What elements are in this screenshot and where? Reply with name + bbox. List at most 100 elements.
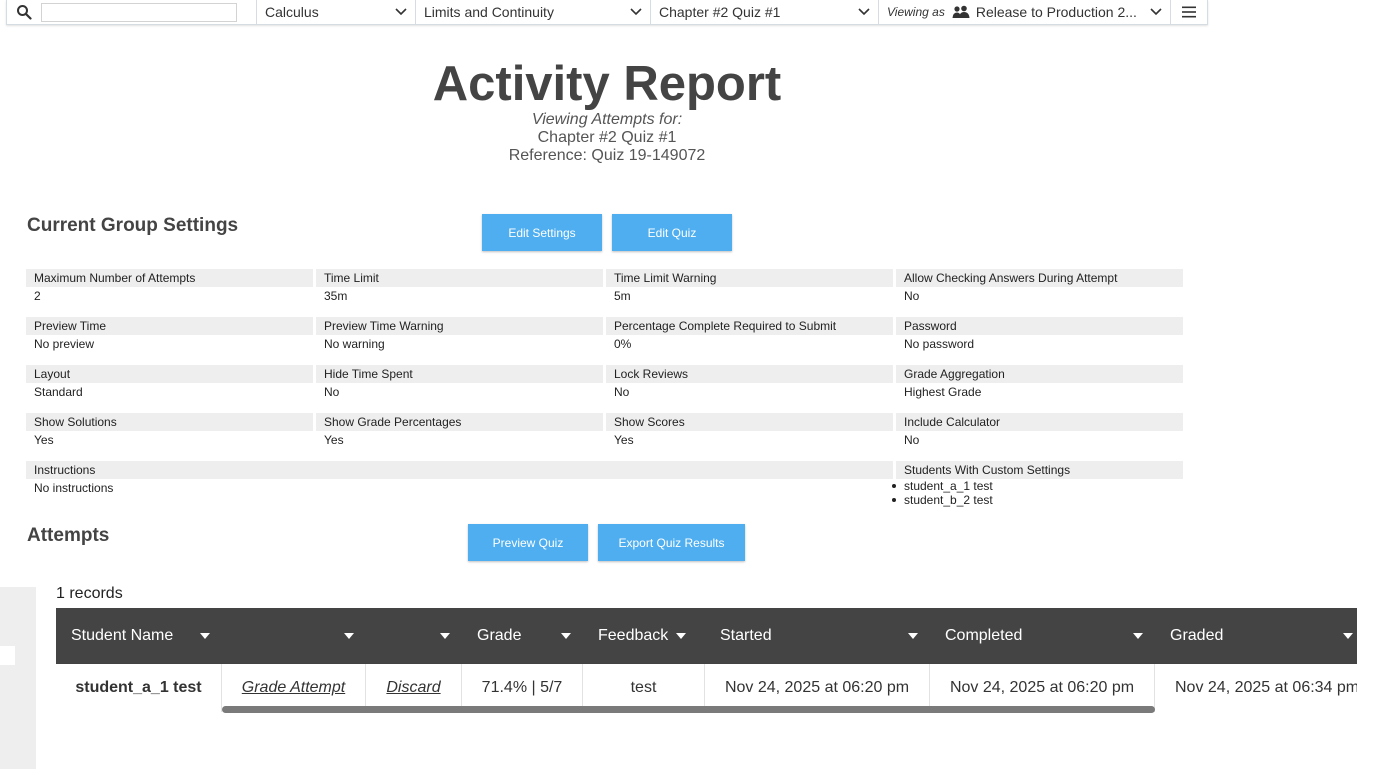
setting-label: Layout: [26, 365, 313, 383]
setting-custom-students: Students With Custom Settings: [896, 461, 1183, 479]
side-panel-notch: [0, 646, 15, 665]
table-header: Student Name Grade Feedback Started Comp…: [56, 608, 1357, 664]
caret-down-icon: [561, 633, 571, 639]
search-icon[interactable]: [16, 4, 32, 20]
column-header-feedback[interactable]: Feedback: [583, 608, 705, 664]
setting-value: No: [904, 433, 920, 447]
quiz-dropdown[interactable]: Chapter #2 Quiz #1: [651, 0, 879, 24]
chevron-down-icon: [858, 8, 870, 16]
viewing-as-value: Release to Production 2...: [975, 4, 1137, 20]
cell-graded: Nov 24, 2025 at 06:34 pm: [1175, 679, 1357, 696]
setting-label: Time Limit Warning: [606, 269, 893, 287]
setting-label: Students With Custom Settings: [896, 461, 1183, 479]
column-header-label: Student Name: [71, 627, 174, 644]
setting-label: Preview Time: [26, 317, 313, 335]
grade-attempt-link[interactable]: Grade Attempt: [242, 679, 345, 697]
setting-label: Include Calculator: [896, 413, 1183, 431]
export-quiz-results-button[interactable]: Export Quiz Results: [598, 524, 745, 561]
setting-preview-time-warning: Preview Time Warning No warning: [316, 317, 603, 351]
setting-value: No preview: [34, 337, 95, 351]
setting-label: Lock Reviews: [606, 365, 893, 383]
column-header-started[interactable]: Started: [705, 608, 930, 664]
chevron-down-icon: [630, 8, 642, 16]
column-header-student-name[interactable]: Student Name: [56, 608, 222, 664]
column-header-completed[interactable]: Completed: [930, 608, 1155, 664]
column-header-label: Grade: [477, 627, 522, 644]
setting-hide-time-spent: Hide Time Spent No: [316, 365, 603, 399]
unit-dropdown[interactable]: Limits and Continuity: [416, 0, 651, 24]
setting-label: Time Limit: [316, 269, 603, 287]
setting-grade-aggregation: Grade Aggregation Highest Grade: [896, 365, 1183, 399]
setting-percentage-complete: Percentage Complete Required to Submit 0…: [606, 317, 893, 351]
caret-down-icon: [908, 633, 918, 639]
left-side-panel: [0, 587, 36, 769]
cell-feedback: test: [583, 664, 705, 712]
setting-lock-reviews: Lock Reviews No: [606, 365, 893, 399]
cell-discard: Discard: [366, 664, 462, 712]
group-settings-title: Current Group Settings: [27, 215, 239, 236]
hamburger-menu-button[interactable]: [1171, 0, 1207, 24]
setting-value: Standard: [34, 385, 83, 399]
column-header-grade[interactable]: Grade: [462, 608, 583, 664]
edit-settings-button[interactable]: Edit Settings: [482, 214, 602, 251]
course-dropdown-label: Calculus: [265, 4, 319, 20]
caret-down-icon: [1133, 633, 1143, 639]
top-nav-bar: Calculus Limits and Continuity Chapter #…: [6, 0, 1208, 25]
records-count: 1 records: [56, 585, 123, 602]
attempts-table: Student Name Grade Feedback Started Comp…: [56, 608, 1357, 714]
setting-label: Hide Time Spent: [316, 365, 603, 383]
setting-value: No instructions: [34, 481, 114, 495]
chevron-down-icon: [1150, 8, 1162, 16]
setting-preview-time: Preview Time No preview: [26, 317, 313, 351]
setting-label: Show Scores: [606, 413, 893, 431]
caret-down-icon: [1343, 633, 1353, 639]
setting-label: Password: [896, 317, 1183, 335]
viewing-attempts-label: Viewing Attempts for:: [531, 111, 683, 128]
search-area: [7, 0, 257, 24]
column-header-graded[interactable]: Graded: [1155, 608, 1357, 664]
setting-value: Yes: [34, 433, 54, 447]
group-icon: [952, 5, 970, 18]
quiz-reference: Reference: Quiz 19-149072: [508, 147, 706, 164]
setting-value: 5m: [614, 289, 631, 303]
setting-label: Show Grade Percentages: [316, 413, 603, 431]
attempts-title: Attempts: [27, 525, 110, 546]
column-header-label: Graded: [1170, 627, 1224, 644]
search-input[interactable]: [41, 2, 237, 22]
cell-completed: Nov 24, 2025 at 06:20 pm: [930, 664, 1155, 712]
caret-down-icon: [344, 633, 354, 639]
setting-value: No: [324, 385, 340, 399]
viewing-as-dropdown[interactable]: Viewing as Release to Production 2...: [879, 0, 1171, 24]
cell-started: Nov 24, 2025 at 06:20 pm: [705, 664, 930, 712]
column-header-label: Started: [720, 627, 772, 644]
cell-grade: 71.4% | 5/7: [462, 664, 583, 712]
setting-time-limit-warning: Time Limit Warning 5m: [606, 269, 893, 303]
setting-label: Grade Aggregation: [896, 365, 1183, 383]
column-header-blank-1[interactable]: [222, 608, 366, 664]
quiz-dropdown-label: Chapter #2 Quiz #1: [659, 4, 781, 20]
course-dropdown[interactable]: Calculus: [257, 0, 416, 24]
caret-down-icon: [200, 633, 210, 639]
setting-value: No: [614, 385, 630, 399]
horizontal-scrollbar[interactable]: [222, 706, 1155, 713]
setting-label: Maximum Number of Attempts: [26, 269, 313, 287]
list-item: student_b_2 test: [892, 493, 993, 507]
setting-max-attempts: Maximum Number of Attempts 2: [26, 269, 313, 303]
viewing-as-label: Viewing as: [887, 5, 945, 19]
setting-layout: Layout Standard: [26, 365, 313, 399]
unit-dropdown-label: Limits and Continuity: [424, 4, 554, 20]
setting-instructions: Instructions No instructions: [26, 461, 893, 495]
setting-show-solutions: Show Solutions Yes: [26, 413, 313, 447]
setting-value: No: [904, 289, 920, 303]
preview-quiz-button[interactable]: Preview Quiz: [468, 524, 588, 561]
menu-icon: [1182, 6, 1196, 18]
column-header-blank-2[interactable]: [366, 608, 462, 664]
setting-value: Yes: [614, 433, 634, 447]
edit-quiz-button[interactable]: Edit Quiz: [612, 214, 732, 251]
setting-label: Percentage Complete Required to Submit: [606, 317, 893, 335]
setting-label: Allow Checking Answers During Attempt: [896, 269, 1183, 287]
discard-link[interactable]: Discard: [386, 679, 440, 697]
setting-value: No warning: [324, 337, 385, 351]
column-header-label: Completed: [945, 627, 1023, 644]
cell-grade-attempt: Grade Attempt: [222, 664, 366, 712]
